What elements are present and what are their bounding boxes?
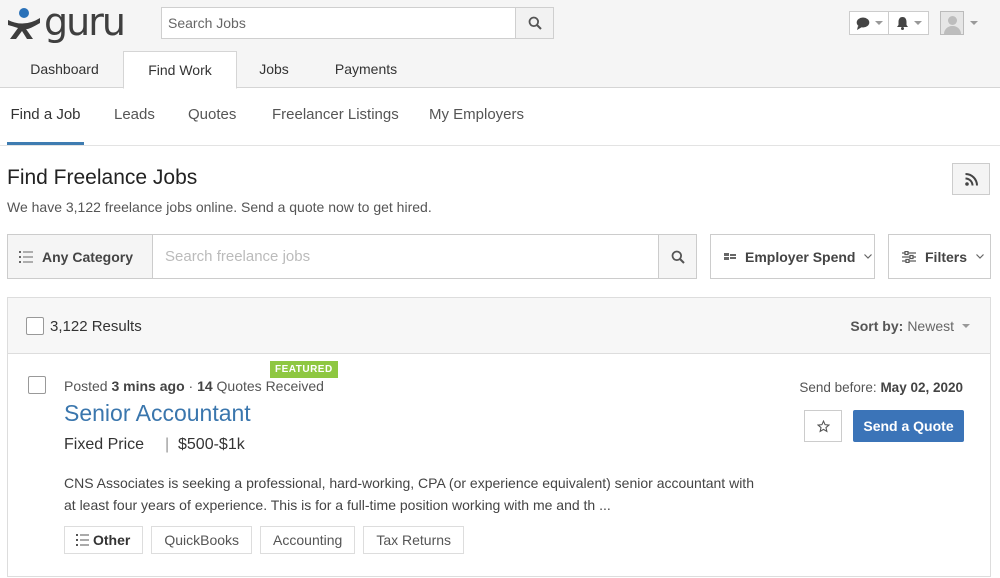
chevron-down-icon	[913, 21, 922, 25]
job-search-bar: Any Category	[7, 234, 697, 279]
sort-label: Sort by:	[850, 318, 904, 334]
job-meta: Posted 3 mins ago · 14 Quotes Received	[64, 378, 324, 394]
header-search	[161, 7, 554, 39]
chevron-down-icon	[864, 254, 873, 259]
price-separator: |	[165, 436, 170, 453]
avatar-body-icon	[944, 26, 961, 34]
header-search-button[interactable]	[515, 8, 553, 38]
guru-logo[interactable]: guru	[6, 0, 140, 44]
send-quote-button[interactable]: Send a Quote	[853, 410, 964, 442]
job-select-checkbox[interactable]	[28, 376, 46, 394]
tab-dashboard[interactable]: Dashboard	[0, 51, 129, 88]
user-avatar[interactable]	[940, 11, 964, 35]
employer-spend-label: Employer Spend	[745, 248, 856, 265]
quotes-label: Quotes Received	[216, 378, 324, 394]
results-panel: 3,122 Results Sort by: Newest Posted 3 m…	[7, 297, 991, 577]
search-icon	[671, 250, 685, 264]
subnav-leads[interactable]: Leads	[114, 88, 155, 145]
logo-wordmark: guru	[44, 0, 126, 44]
posted-time: 3 mins ago	[111, 378, 185, 394]
meta-separator: ·	[188, 378, 194, 394]
star-icon	[816, 419, 830, 432]
tag-skill[interactable]: Tax Returns	[363, 526, 465, 554]
price-value: $500-$1k	[178, 436, 245, 453]
search-icon	[528, 16, 542, 30]
send-before-date: May 02, 2020	[880, 380, 963, 395]
save-job-button[interactable]	[804, 410, 842, 442]
tab-payments[interactable]: Payments	[320, 51, 412, 88]
quotes-count: 14	[197, 378, 213, 394]
sort-value: Newest	[907, 318, 954, 334]
chat-bubble-icon	[856, 17, 869, 30]
notifications-button[interactable]	[889, 11, 929, 35]
job-search-input[interactable]	[153, 235, 658, 278]
job-listing: Posted 3 mins ago · 14 Quotes Received S…	[8, 354, 990, 578]
send-before-label: Send before:	[799, 380, 877, 395]
job-title-link[interactable]: Senior Accountant	[64, 400, 251, 427]
tag-skill[interactable]: Accounting	[260, 526, 356, 554]
guru-logo-mark-icon	[8, 8, 40, 39]
header-actions	[849, 11, 978, 35]
chevron-down-icon	[962, 324, 970, 328]
tag-category[interactable]: Other	[64, 526, 144, 554]
chevron-down-icon	[874, 21, 883, 25]
job-description: CNS Associates is seeking a professional…	[64, 475, 754, 513]
bell-icon	[896, 17, 908, 30]
list-icon	[76, 534, 89, 546]
subnav-find-a-job[interactable]: Find a Job	[7, 88, 84, 145]
filters-dropdown[interactable]: Filters	[888, 234, 991, 279]
page-subtitle: We have 3,122 freelance jobs online. Sen…	[7, 199, 432, 215]
rss-icon	[964, 172, 978, 186]
price-type: Fixed Price	[64, 436, 145, 453]
chevron-down-icon[interactable]	[970, 21, 978, 25]
tag-label: Other	[93, 532, 131, 548]
sort-dropdown[interactable]: Sort by: Newest	[850, 318, 970, 334]
results-count: 3,122 Results	[50, 318, 142, 335]
rss-feed-button[interactable]	[952, 163, 990, 195]
money-icon	[724, 253, 736, 260]
tag-skill[interactable]: QuickBooks	[151, 526, 253, 554]
subnav-freelancer-listings[interactable]: Freelancer Listings	[272, 88, 399, 145]
chevron-down-icon	[976, 254, 984, 259]
filters-label: Filters	[925, 248, 968, 265]
category-select-label: Any Category	[42, 248, 134, 265]
avatar-head-icon	[948, 16, 957, 25]
header-search-input[interactable]	[162, 8, 515, 38]
category-select[interactable]: Any Category	[8, 235, 153, 278]
job-tags: Other QuickBooks Accounting Tax Returns	[64, 526, 465, 554]
messages-button[interactable]	[849, 11, 889, 35]
sub-nav: Find a Job Leads Quotes Freelancer Listi…	[0, 88, 1000, 146]
tab-jobs[interactable]: Jobs	[237, 51, 311, 88]
employer-spend-dropdown[interactable]: Employer Spend	[710, 234, 875, 279]
job-search-button[interactable]	[658, 235, 696, 278]
send-before: Send before: May 02, 2020	[799, 380, 963, 395]
subnav-quotes[interactable]: Quotes	[188, 88, 236, 145]
main-tabs: Dashboard Find Work Jobs Payments	[0, 51, 1000, 89]
tab-find-work[interactable]: Find Work	[123, 51, 237, 89]
subnav-my-employers[interactable]: My Employers	[429, 88, 524, 145]
sliders-icon	[902, 250, 916, 263]
page-title: Find Freelance Jobs	[7, 166, 198, 189]
select-all-checkbox[interactable]	[26, 317, 44, 335]
featured-badge: FEATURED	[270, 361, 338, 378]
results-header: 3,122 Results Sort by: Newest	[8, 298, 990, 354]
list-icon	[19, 250, 33, 263]
posted-prefix: Posted	[64, 378, 108, 394]
top-bar: guru	[0, 0, 1000, 52]
